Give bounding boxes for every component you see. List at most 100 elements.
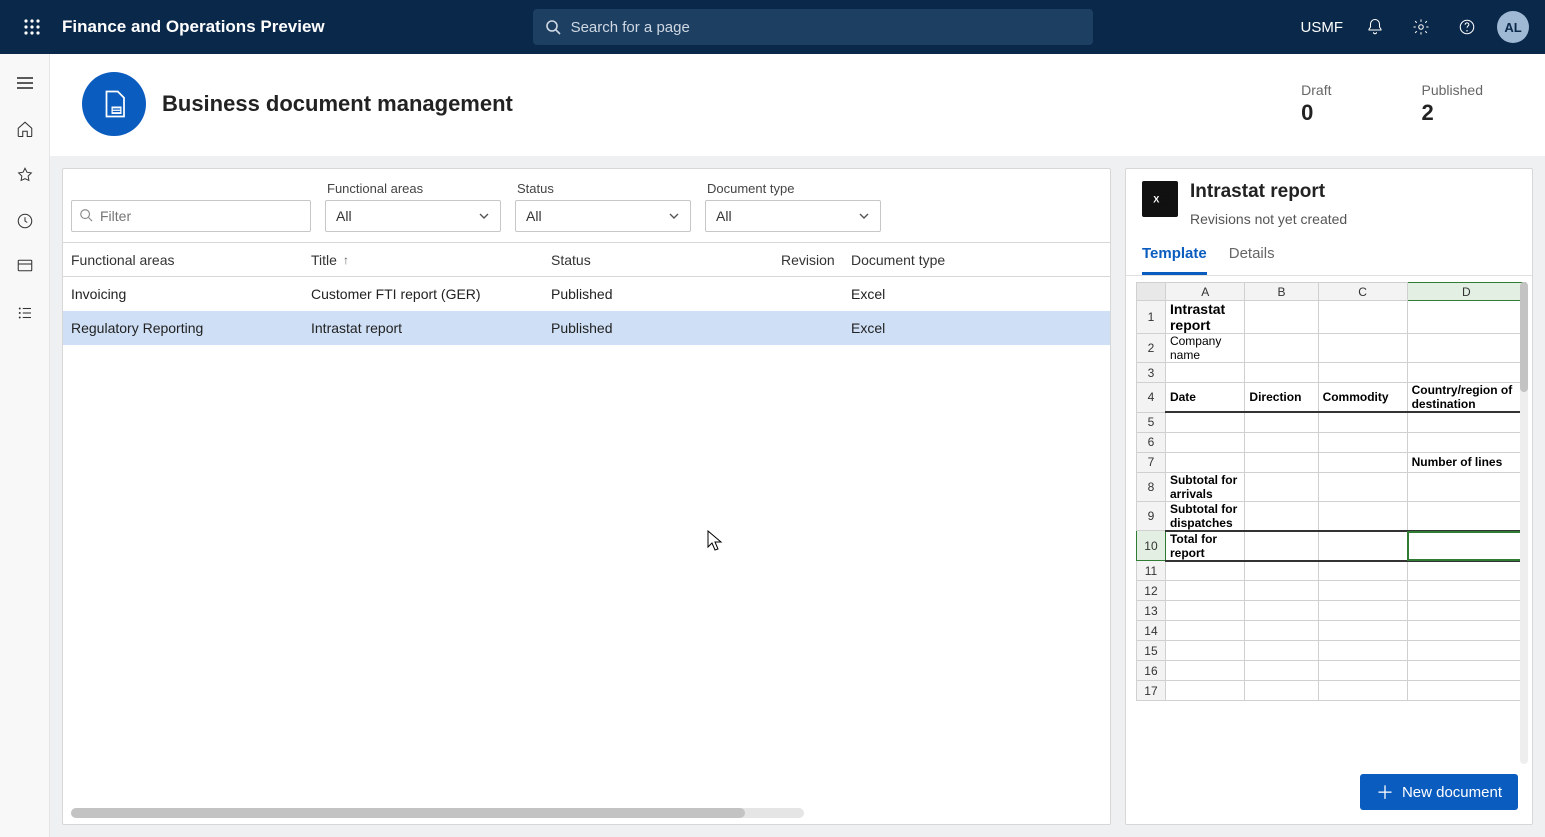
excel-cell[interactable]: Direction	[1245, 383, 1318, 413]
excel-cell[interactable]	[1407, 561, 1525, 581]
workspaces-button[interactable]	[5, 250, 45, 284]
excel-cell[interactable]	[1245, 681, 1318, 701]
col-status[interactable]: Status	[551, 252, 781, 268]
excel-cell[interactable]	[1318, 641, 1407, 661]
excel-cell[interactable]	[1407, 412, 1525, 432]
excel-cell[interactable]	[1165, 452, 1244, 472]
tab-template[interactable]: Template	[1142, 245, 1207, 275]
excel-col-header[interactable]: A	[1165, 283, 1244, 301]
modules-button[interactable]	[5, 296, 45, 330]
new-document-button[interactable]: ＋ New document	[1360, 774, 1518, 810]
horizontal-scrollbar[interactable]	[71, 808, 804, 818]
excel-row-header[interactable]: 16	[1137, 661, 1166, 681]
table-row[interactable]: Regulatory ReportingIntrastat reportPubl…	[63, 311, 1110, 345]
excel-cell[interactable]	[1407, 681, 1525, 701]
excel-cell[interactable]: Intrastat report	[1165, 301, 1244, 334]
excel-row-header[interactable]: 15	[1137, 641, 1166, 661]
entity-label[interactable]: USMF	[1300, 19, 1343, 36]
filter-input[interactable]	[71, 200, 311, 232]
excel-cell[interactable]	[1407, 501, 1525, 531]
excel-cell[interactable]	[1165, 412, 1244, 432]
excel-cell[interactable]	[1245, 363, 1318, 383]
excel-cell[interactable]	[1245, 641, 1318, 661]
excel-cell[interactable]	[1245, 531, 1318, 561]
excel-cell[interactable]	[1407, 601, 1525, 621]
excel-cell[interactable]	[1407, 472, 1525, 501]
excel-cell[interactable]: Company name	[1165, 334, 1244, 363]
col-doctype[interactable]: Document type	[851, 252, 1102, 268]
excel-row-header[interactable]: 2	[1137, 334, 1166, 363]
settings-button[interactable]	[1401, 7, 1441, 47]
excel-cell[interactable]	[1318, 412, 1407, 432]
excel-col-header[interactable]: B	[1245, 283, 1318, 301]
excel-cell[interactable]	[1245, 601, 1318, 621]
excel-cell[interactable]	[1165, 581, 1244, 601]
excel-cell[interactable]	[1318, 432, 1407, 452]
excel-col-header[interactable]: D	[1407, 283, 1525, 301]
excel-cell[interactable]	[1245, 412, 1318, 432]
status-select[interactable]: All	[515, 200, 691, 232]
excel-row-header[interactable]: 9	[1137, 501, 1166, 531]
excel-cell[interactable]	[1245, 472, 1318, 501]
excel-row-header[interactable]: 13	[1137, 601, 1166, 621]
table-row[interactable]: InvoicingCustomer FTI report (GER)Publis…	[63, 277, 1110, 311]
excel-cell[interactable]	[1318, 681, 1407, 701]
excel-cell[interactable]: Commodity	[1318, 383, 1407, 413]
excel-cell[interactable]	[1318, 561, 1407, 581]
excel-row-header[interactable]: 10	[1137, 531, 1166, 561]
col-title[interactable]: Title↑	[311, 252, 551, 268]
excel-cell[interactable]	[1407, 661, 1525, 681]
excel-cell[interactable]	[1318, 472, 1407, 501]
excel-row-header[interactable]: 17	[1137, 681, 1166, 701]
excel-cell[interactable]	[1318, 581, 1407, 601]
excel-row-header[interactable]: 5	[1137, 412, 1166, 432]
excel-cell[interactable]	[1407, 641, 1525, 661]
excel-cell[interactable]	[1245, 452, 1318, 472]
excel-cell[interactable]	[1165, 621, 1244, 641]
excel-cell[interactable]	[1407, 581, 1525, 601]
expand-nav-button[interactable]	[5, 66, 45, 100]
search-input[interactable]: Search for a page	[533, 9, 1093, 45]
scrollbar-thumb[interactable]	[1520, 282, 1528, 392]
scrollbar-thumb[interactable]	[71, 808, 745, 818]
excel-cell[interactable]	[1318, 363, 1407, 383]
excel-cell[interactable]	[1318, 452, 1407, 472]
excel-cell[interactable]	[1165, 641, 1244, 661]
excel-cell[interactable]	[1245, 581, 1318, 601]
excel-row-header[interactable]: 1	[1137, 301, 1166, 334]
excel-cell[interactable]	[1407, 621, 1525, 641]
excel-cell[interactable]	[1245, 621, 1318, 641]
excel-cell[interactable]	[1318, 661, 1407, 681]
tab-details[interactable]: Details	[1229, 245, 1275, 275]
excel-cell[interactable]	[1165, 601, 1244, 621]
excel-cell[interactable]	[1407, 531, 1525, 561]
app-launcher-button[interactable]	[8, 0, 56, 54]
col-revision[interactable]: Revision	[781, 252, 851, 268]
excel-cell[interactable]: Subtotal for arrivals	[1165, 472, 1244, 501]
doctype-select[interactable]: All	[705, 200, 881, 232]
recent-button[interactable]	[5, 204, 45, 238]
excel-cell[interactable]	[1245, 661, 1318, 681]
excel-row-header[interactable]: 8	[1137, 472, 1166, 501]
excel-cell[interactable]: Number of lines	[1407, 452, 1525, 472]
favorites-button[interactable]	[5, 158, 45, 192]
vertical-scrollbar[interactable]	[1520, 282, 1528, 764]
notifications-button[interactable]	[1355, 7, 1395, 47]
excel-cell[interactable]	[1165, 561, 1244, 581]
excel-row-header[interactable]: 11	[1137, 561, 1166, 581]
excel-cell[interactable]: Total for report	[1165, 531, 1244, 561]
avatar[interactable]: AL	[1497, 11, 1529, 43]
excel-cell[interactable]	[1318, 621, 1407, 641]
excel-cell[interactable]	[1245, 334, 1318, 363]
excel-cell[interactable]	[1165, 661, 1244, 681]
excel-cell[interactable]	[1407, 363, 1525, 383]
excel-row-header[interactable]: 12	[1137, 581, 1166, 601]
excel-row-header[interactable]: 6	[1137, 432, 1166, 452]
excel-row-header[interactable]: 4	[1137, 383, 1166, 413]
excel-cell[interactable]	[1318, 334, 1407, 363]
excel-cell[interactable]	[1318, 531, 1407, 561]
home-button[interactable]	[5, 112, 45, 146]
excel-preview[interactable]: ABCD1Intrastat report2Company name34Date…	[1126, 276, 1532, 764]
excel-cell[interactable]: Subtotal for dispatches	[1165, 501, 1244, 531]
excel-row-header[interactable]: 14	[1137, 621, 1166, 641]
